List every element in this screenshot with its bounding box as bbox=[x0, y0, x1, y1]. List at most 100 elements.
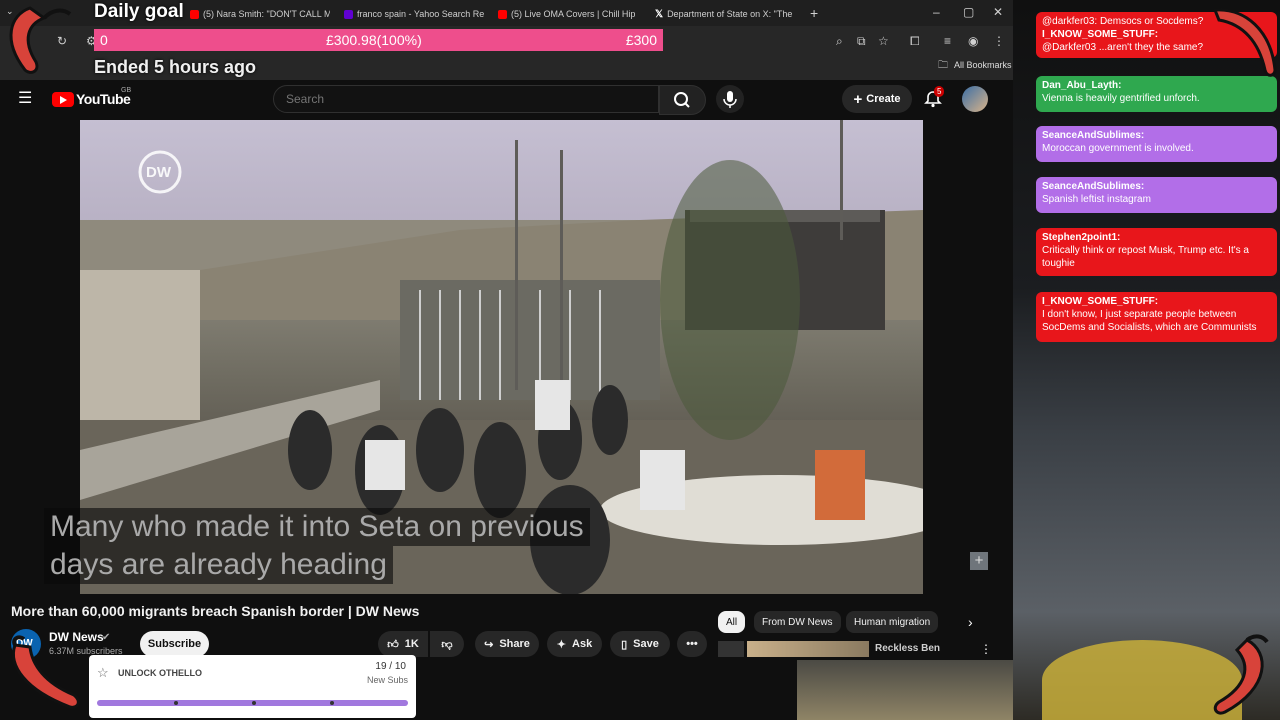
chat-message: I_KNOW_SOME_STUFF: I don't know, I just … bbox=[1036, 292, 1277, 342]
chat-text: Vienna is heavily gentrified unforch. bbox=[1042, 93, 1200, 104]
microphone-icon bbox=[723, 91, 737, 108]
chili-pepper-top-right-icon bbox=[1212, 8, 1277, 77]
sub-goal-progress-track bbox=[97, 700, 408, 706]
sub-goal-label: UNLOCK OTHELLO bbox=[118, 668, 202, 678]
minimize-icon[interactable]: – bbox=[933, 5, 940, 19]
plus-icon: + bbox=[853, 90, 863, 108]
milestone-dot bbox=[330, 701, 334, 705]
chat-message: Stephen2point1: Critically think or repo… bbox=[1036, 228, 1277, 276]
tab-yahoo-search[interactable]: franco spain - Yahoo Search Re ✕ bbox=[344, 4, 484, 24]
hamburger-menu-icon[interactable]: ☰ bbox=[18, 88, 32, 108]
cast-icon[interactable]: ⧉ bbox=[857, 34, 866, 49]
tab-live-oma-covers[interactable]: (5) Live OMA Covers | Chill Hip ✕ bbox=[498, 4, 638, 24]
youtube-logo-icon[interactable] bbox=[52, 92, 74, 107]
goal-target-value: £300 bbox=[625, 32, 657, 48]
notifications-button[interactable]: 5 bbox=[923, 86, 945, 111]
sub-goal-widget: ☆ UNLOCK OTHELLO 19 / 10 New Subs bbox=[89, 655, 416, 718]
more-actions-button[interactable]: ••• bbox=[677, 631, 707, 657]
save-label: Save bbox=[633, 638, 659, 650]
chat-text: Critically think or repost Musk, Trump e… bbox=[1042, 245, 1249, 269]
youtube-favicon-icon bbox=[498, 9, 507, 19]
search-icon bbox=[674, 92, 690, 108]
close-window-icon[interactable]: ✕ bbox=[993, 5, 1003, 19]
chat-text: Moroccan government is involved. bbox=[1042, 143, 1194, 154]
youtube-header: ☰ YouTube GB + Create 5 bbox=[0, 80, 1013, 120]
chat-username: Dan_Abu_Layth: bbox=[1042, 80, 1122, 91]
chili-pepper-bottom-left-icon bbox=[12, 635, 80, 709]
recommendation-thumbnail[interactable] bbox=[747, 641, 869, 657]
like-button[interactable]: 👍︎ 1K bbox=[378, 631, 428, 657]
share-icon: ↪ bbox=[484, 638, 494, 651]
tab-department-of-state[interactable]: 𝕏 Department of State on X: "The ✕ bbox=[655, 4, 797, 24]
camera-feed bbox=[797, 660, 1013, 720]
subscribe-button[interactable]: Subscribe bbox=[140, 631, 209, 657]
chip-all[interactable]: All bbox=[718, 611, 746, 633]
tab-label: (5) Nara Smith: "DON'T CALL M bbox=[203, 9, 330, 19]
save-button[interactable]: ▯ Save bbox=[610, 631, 670, 657]
chip-human-migration[interactable]: Human migration bbox=[846, 611, 939, 633]
chat-username: SeanceAndSublimes: bbox=[1042, 181, 1145, 192]
milestone-dot bbox=[174, 701, 178, 705]
chat-message: Dan_Abu_Layth: Vienna is heavily gentrif… bbox=[1036, 76, 1277, 112]
zoom-icon[interactable]: ⌕ bbox=[836, 34, 843, 49]
thumbs-up-icon: 👍︎ bbox=[387, 638, 399, 651]
maximize-icon[interactable]: ▢ bbox=[963, 5, 974, 19]
x-favicon-icon: 𝕏 bbox=[655, 8, 664, 20]
tab-label: (5) Live OMA Covers | Chill Hip bbox=[511, 9, 636, 19]
add-overlay-icon[interactable]: + bbox=[970, 552, 988, 570]
goal-status-text: Ended 5 hours ago bbox=[94, 57, 257, 77]
like-count: 1K bbox=[404, 638, 419, 650]
daily-goal-title: Daily goal bbox=[94, 1, 184, 22]
chat-text: @darkfer03: Demsocs or Socdems? bbox=[1042, 16, 1204, 27]
extensions-icon[interactable]: ⧠ bbox=[910, 34, 920, 49]
recommendation-thumbnail-small[interactable] bbox=[718, 641, 744, 657]
ask-label: Ask bbox=[572, 638, 593, 650]
bookmark-icon: ▯ bbox=[621, 638, 628, 651]
create-label: Create bbox=[866, 93, 901, 105]
ask-button[interactable]: ✦ Ask bbox=[547, 631, 602, 657]
media-controls-icon[interactable]: ≡ bbox=[944, 34, 951, 48]
sub-goal-count: 19 / 10 bbox=[375, 661, 406, 672]
verified-badge-icon: ✔ bbox=[102, 632, 111, 643]
dw-watermark: DW bbox=[146, 164, 171, 181]
chat-username: I_KNOW_SOME_STUFF: bbox=[1042, 296, 1159, 307]
create-button[interactable]: + Create bbox=[842, 85, 912, 113]
bookmark-star-icon[interactable]: ☆ bbox=[878, 34, 889, 48]
tab-nara-smith[interactable]: (5) Nara Smith: "DON'T CALL M ✕ bbox=[190, 4, 330, 24]
chat-text: I don't know, I just separate people bet… bbox=[1042, 309, 1257, 333]
menu-dots-icon[interactable]: ⋮ bbox=[993, 34, 1005, 48]
recommendation-menu-icon[interactable]: ⋮ bbox=[980, 642, 992, 656]
sparkle-icon: ✦ bbox=[556, 638, 567, 651]
youtube-favicon-icon bbox=[190, 9, 199, 19]
chip-from-dw-news[interactable]: From DW News bbox=[754, 611, 841, 633]
new-tab-icon[interactable]: + bbox=[810, 5, 818, 21]
goal-current-value: 0 bbox=[100, 32, 108, 48]
goal-amount-value: £300.98(100%) bbox=[326, 32, 422, 48]
chat-text: @Darkfer03 ...aren't they the same? bbox=[1042, 42, 1204, 53]
search-button[interactable] bbox=[659, 85, 706, 115]
all-bookmarks-link[interactable]: All Bookmarks bbox=[954, 60, 1012, 70]
dislike-button[interactable]: 👎︎ bbox=[430, 631, 464, 657]
avatar[interactable] bbox=[962, 86, 988, 112]
subtitle-line-1: Many who made it into Seta on previous bbox=[44, 508, 590, 546]
chat-message: SeanceAndSublimes: Moroccan government i… bbox=[1036, 126, 1277, 162]
chili-pepper-top-left-icon bbox=[9, 6, 72, 74]
yahoo-favicon-icon bbox=[344, 9, 353, 19]
chat-text: Spanish leftist instagram bbox=[1042, 194, 1151, 205]
more-dots-icon: ••• bbox=[686, 638, 698, 650]
milestone-dot bbox=[252, 701, 256, 705]
chat-message: SeanceAndSublimes: Spanish leftist insta… bbox=[1036, 177, 1277, 213]
search-input[interactable] bbox=[273, 85, 659, 113]
chat-username: Stephen2point1: bbox=[1042, 232, 1121, 243]
chili-pepper-bottom-right-icon bbox=[1213, 634, 1269, 715]
chevron-right-icon[interactable]: › bbox=[968, 614, 973, 630]
recommendation-channel[interactable]: Reckless Ben bbox=[875, 643, 940, 654]
folder-icon: 🗀 bbox=[938, 60, 948, 71]
share-button[interactable]: ↪ Share bbox=[475, 631, 539, 657]
star-icon: ☆ bbox=[97, 665, 109, 680]
voice-search-button[interactable] bbox=[716, 85, 744, 113]
subtitle-line-2: days are already heading bbox=[44, 546, 393, 584]
thumbs-down-icon: 👎︎ bbox=[441, 638, 453, 651]
profile-icon[interactable]: ◉ bbox=[968, 34, 978, 48]
share-label: Share bbox=[499, 638, 530, 650]
